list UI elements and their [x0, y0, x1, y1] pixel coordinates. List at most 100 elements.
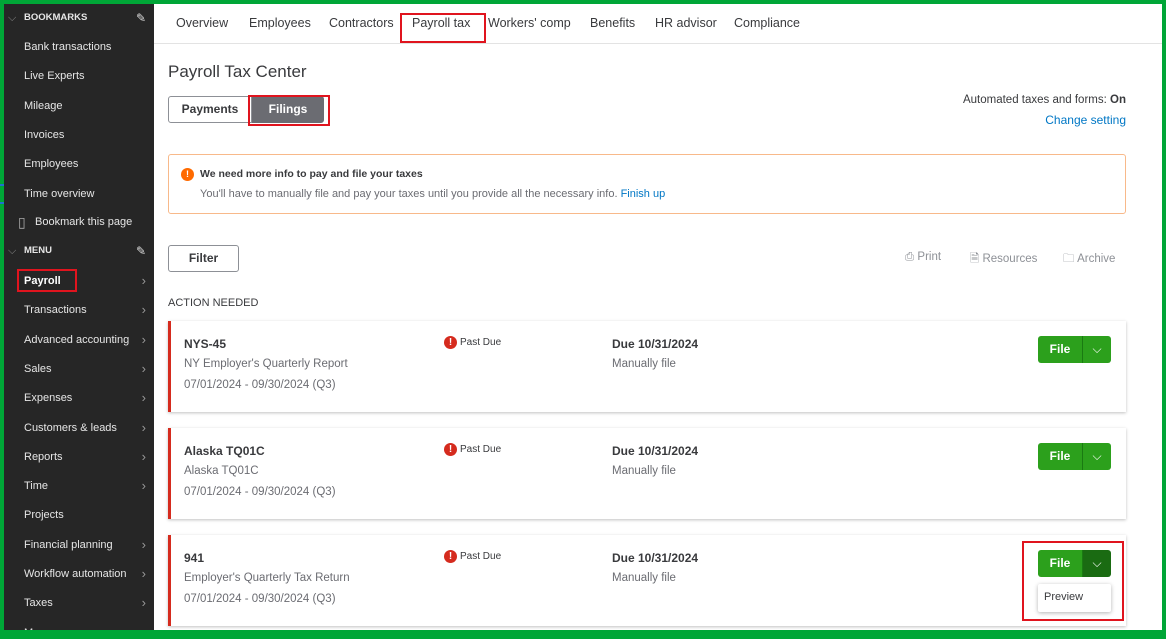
chevron-right-icon: › — [141, 390, 146, 406]
filing-card: Alaska TQ01C Alaska TQ01C 07/01/2024 - 0… — [168, 428, 1126, 519]
menu-item-label: Reports — [24, 450, 63, 463]
bookmark-item[interactable]: Invoices — [24, 125, 64, 145]
section-label: ACTION NEEDED — [168, 297, 259, 309]
highlight-file-dropdown — [1022, 541, 1124, 621]
menu-header: MENU — [24, 245, 52, 256]
app-window: ⌵ BOOKMARKS ✎ Bank transactions Live Expe… — [4, 4, 1162, 630]
resources-button[interactable]: 🗎 Resources — [970, 251, 1037, 270]
due-date: Due 10/31/2024 — [612, 337, 699, 351]
status-badge: ! Past Due — [444, 443, 501, 456]
print-button[interactable]: ⎙ Print — [905, 251, 941, 264]
menu-item-label: Transactions — [24, 304, 87, 317]
automation-label: Automated taxes and forms: — [962, 94, 1107, 106]
chevron-right-icon: › — [141, 595, 146, 611]
sidebar: ⌵ BOOKMARKS ✎ Bank transactions Live Expe… — [4, 4, 154, 630]
alert-icon: ! — [444, 550, 457, 563]
chevron-right-icon: › — [141, 360, 146, 376]
filing-code: Alaska TQ01C — [184, 444, 265, 458]
tab[interactable]: Compliance — [734, 16, 800, 30]
menu-item-label: Sales — [24, 362, 52, 375]
highlight-payroll — [17, 269, 77, 292]
top-nav: Overview Employees Contractors Payroll tax W… — [154, 4, 1162, 44]
menu-item-label: Taxes — [24, 597, 53, 610]
menu-item-label: Financial planning — [24, 538, 113, 551]
menu-item-label: Workflow automation — [24, 568, 127, 580]
tab[interactable]: Workers' comp — [488, 16, 571, 30]
due-date: Due 10/31/2024 — [612, 551, 699, 565]
edit-bookmarks-pencil-icon[interactable]: ✎ — [136, 11, 146, 25]
chevron-right-icon: › — [141, 273, 146, 288]
filter-button[interactable]: Filter — [168, 245, 239, 272]
alert-body: You'll have to manually file and pay you… — [200, 188, 665, 200]
bookmark-item[interactable]: Time overview — [24, 184, 95, 204]
filing-method: Manually file — [612, 465, 676, 477]
menu-item-label: Customers & leads — [24, 421, 117, 434]
warning-icon: ! — [181, 168, 194, 181]
automation-status: Automated taxes and forms: On — [963, 94, 1126, 106]
tab[interactable]: Benefits — [590, 16, 635, 30]
alert-icon: ! — [444, 443, 457, 456]
printer-icon: ⎙ — [905, 251, 915, 263]
collapse-bookmarks-icon[interactable]: ⌵ — [8, 8, 16, 28]
payments-tab[interactable]: Payments — [168, 96, 252, 123]
chevron-down-icon[interactable]: ⌵ — [1082, 336, 1111, 363]
chevron-down-icon[interactable]: ⌵ — [1082, 443, 1111, 470]
change-setting-link[interactable]: Change setting — [1045, 113, 1126, 127]
alert-body-text: You'll have to manually file and pay you… — [200, 188, 618, 200]
sidebar-menu-item[interactable]: Customers & leads › — [4, 418, 154, 438]
menu-item-label: Advanced accounting — [24, 333, 130, 346]
tab[interactable]: HR advisor — [655, 16, 717, 30]
status-text: Past Due — [460, 444, 502, 456]
filing-period: 07/01/2024 - 09/30/2024 (Q3) — [184, 486, 336, 498]
sidebar-menu-item[interactable]: Sales › — [4, 359, 154, 379]
tab[interactable]: Employees — [249, 16, 311, 30]
automation-value: On — [1110, 94, 1126, 106]
filing-period: 07/01/2024 - 09/30/2024 (Q3) — [184, 593, 336, 605]
info-alert: ! We need more info to pay and file your… — [168, 154, 1126, 214]
bookmark-item[interactable]: Live Experts — [24, 66, 85, 86]
sidebar-menu-item[interactable]: Transactions › — [4, 300, 154, 320]
chevron-right-icon: › — [141, 331, 146, 347]
finish-up-link[interactable]: Finish up — [621, 188, 666, 200]
bookmark-this-page[interactable]: Bookmark this page — [35, 212, 132, 232]
sidebar-menu-item[interactable]: My — [4, 623, 154, 630]
file-split-button: File ⌵ — [1038, 443, 1111, 470]
sidebar-menu-item[interactable]: Projects — [4, 505, 154, 525]
file-button[interactable]: File — [1038, 443, 1082, 470]
bookmark-item[interactable]: Bank transactions — [24, 37, 111, 57]
archive-button[interactable]: 🗀 Archive — [1063, 251, 1115, 270]
document-icon: 🗎 — [970, 253, 980, 265]
bookmark-item[interactable]: Employees — [24, 154, 78, 174]
filing-name: Employer's Quarterly Tax Return — [184, 572, 350, 584]
sidebar-menu-item[interactable]: Financial planning › — [4, 535, 154, 555]
chevron-right-icon: › — [141, 302, 146, 318]
menu-item-label: Expenses — [24, 392, 73, 405]
file-button[interactable]: File — [1038, 336, 1082, 363]
chevron-right-icon: › — [141, 478, 146, 494]
print-label: Print — [917, 251, 942, 263]
filing-code: 941 — [184, 551, 205, 565]
filing-card: NYS-45 NY Employer's Quarterly Report 07… — [168, 321, 1126, 412]
sidebar-menu-item[interactable]: Expenses › — [4, 388, 154, 408]
chevron-right-icon: › — [141, 419, 146, 435]
sidebar-menu-item[interactable]: Reports › — [4, 447, 154, 467]
status-badge: ! Past Due — [444, 336, 501, 349]
status-text: Past Due — [460, 337, 502, 349]
chevron-right-icon: › — [141, 448, 146, 464]
sidebar-menu-item[interactable]: Advanced accounting › — [4, 330, 154, 350]
menu-item-label: My — [24, 623, 39, 630]
alert-title: We need more info to pay and file your t… — [200, 168, 423, 180]
tab[interactable]: Overview — [176, 16, 228, 30]
archive-folder-icon: 🗀 — [1063, 253, 1075, 265]
tab[interactable]: Contractors — [329, 16, 394, 30]
bookmark-item[interactable]: Mileage — [24, 96, 63, 116]
main-content: Payroll Tax Center Payments Filings Auto… — [154, 44, 1162, 630]
bookmark-icon: ▯ — [18, 214, 26, 230]
sidebar-menu-item[interactable]: Taxes › — [4, 593, 154, 613]
edit-menu-pencil-icon[interactable]: ✎ — [136, 244, 146, 258]
sidebar-menu-item[interactable]: Time › — [4, 476, 154, 496]
status-text: Past Due — [460, 551, 502, 563]
bookmarks-header: BOOKMARKS — [24, 12, 88, 23]
collapse-menu-icon[interactable]: ⌵ — [8, 241, 16, 261]
sidebar-menu-item[interactable]: Workflow automation › — [4, 564, 154, 584]
